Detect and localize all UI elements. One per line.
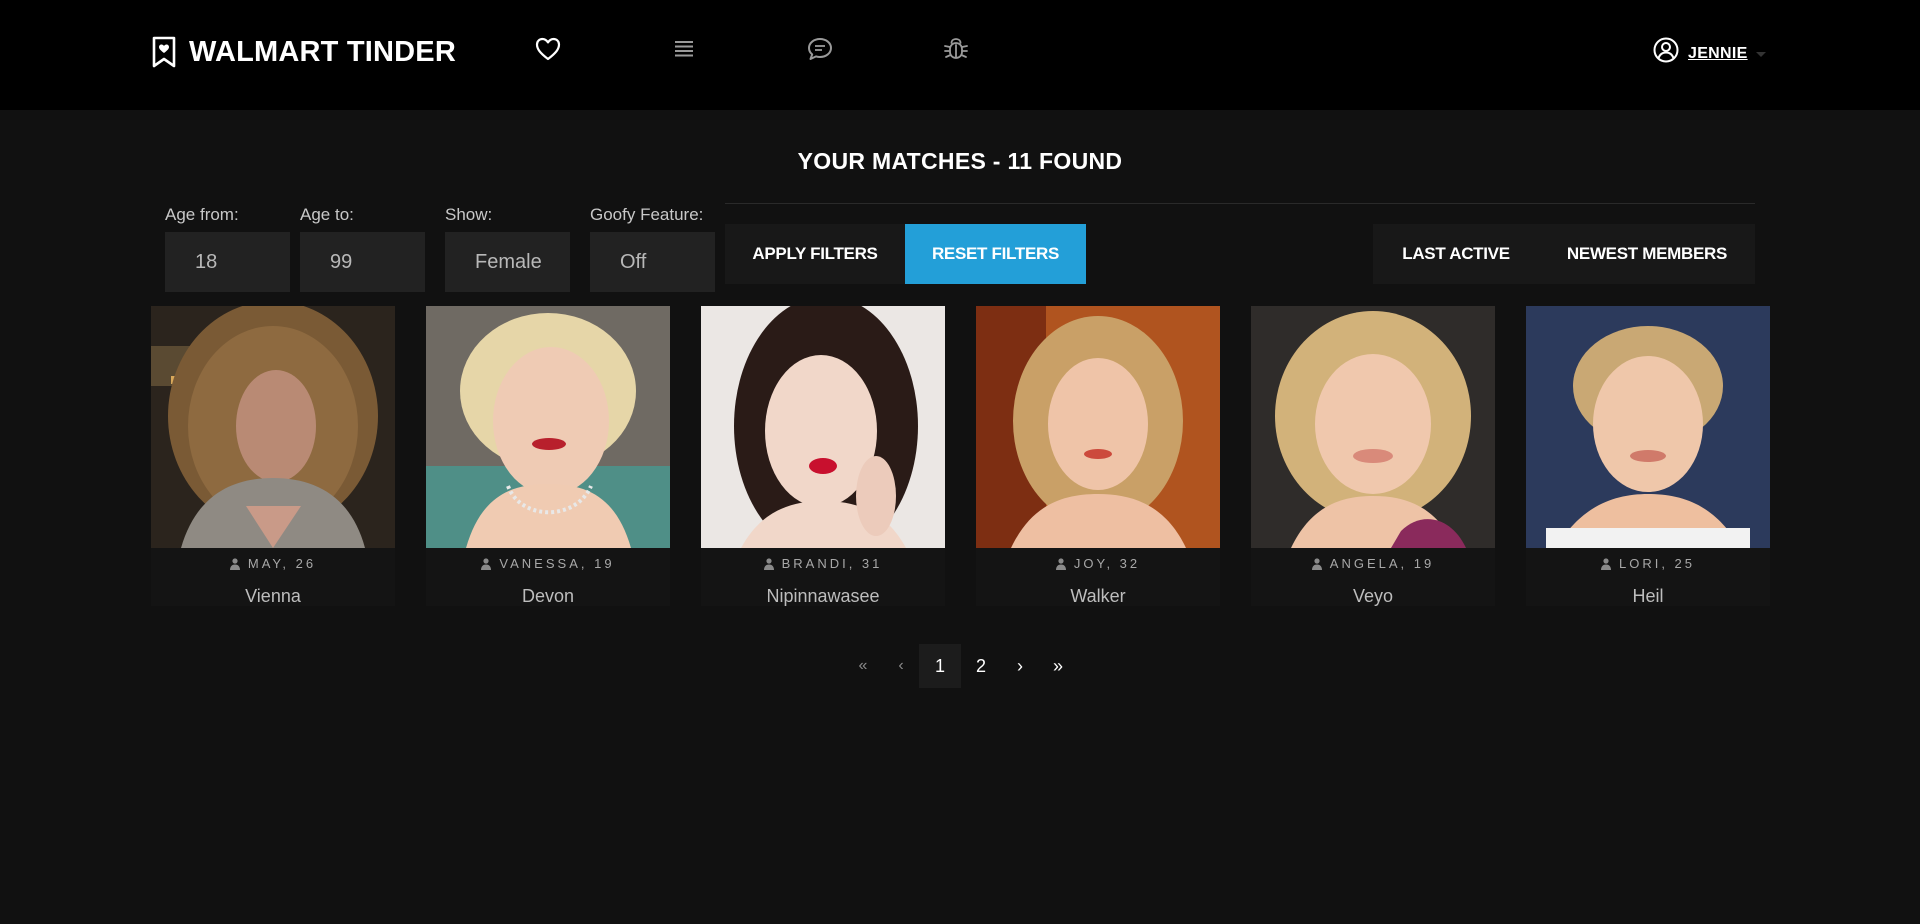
pagination-page-1[interactable]: 1	[919, 644, 961, 688]
nav-bug-report[interactable]	[939, 32, 973, 66]
match-location: Heil	[1632, 586, 1664, 606]
match-name-age: LORI, 25	[1618, 556, 1696, 571]
match-location: Vienna	[245, 586, 301, 606]
age-from-select[interactable]: 18	[165, 232, 290, 292]
match-name-age: MAY, 26	[247, 556, 317, 571]
profile-photo[interactable]	[701, 306, 945, 548]
reset-filters-button[interactable]: RESET FILTERS	[905, 224, 1086, 284]
show-filter: Show: Female	[445, 204, 570, 292]
brand-title: WALMART TINDER	[189, 35, 456, 68]
match-card[interactable]: BRANDI, 31 Nipinnawasee	[701, 306, 945, 606]
user-icon	[1600, 557, 1611, 570]
age-to-filter: Age to: 99	[300, 204, 425, 292]
profile-photo[interactable]	[976, 306, 1220, 548]
nav-list[interactable]	[667, 32, 701, 66]
match-location: Devon	[521, 586, 575, 606]
match-card[interactable]: JOY, 32 Walker	[976, 306, 1220, 606]
nav-matches[interactable]	[531, 32, 565, 66]
profile-photo[interactable]	[1251, 306, 1495, 548]
match-card[interactable]: MAY, 26 Vienna	[151, 306, 395, 606]
age-from-filter: Age from: 18	[165, 204, 290, 292]
top-navbar: WALMART TINDER JENNIE	[0, 0, 1920, 110]
user-name[interactable]: JENNIE	[1688, 45, 1748, 63]
age-to-label: Age to:	[300, 205, 354, 224]
goofy-feature-filter: Goofy Feature: Off	[590, 204, 715, 292]
goofy-feature-select[interactable]: Off	[590, 232, 715, 292]
apply-filters-button[interactable]: APPLY FILTERS	[725, 224, 905, 284]
match-card[interactable]: LORI, 25 Heil	[1526, 306, 1770, 606]
sort-newest-members-button[interactable]: NEWEST MEMBERS	[1539, 224, 1755, 284]
user-icon	[1055, 557, 1066, 570]
nav-messages[interactable]	[803, 32, 837, 66]
profile-photo[interactable]	[151, 306, 395, 548]
heart-icon	[535, 37, 561, 61]
pagination-first[interactable]: «	[845, 644, 881, 688]
user-circle-icon	[1653, 37, 1679, 63]
chat-bubble-icon	[808, 38, 832, 60]
show-label: Show:	[445, 205, 493, 224]
match-card[interactable]: ANGELA, 19 Veyo	[1251, 306, 1495, 606]
brand-logo[interactable]: WALMART TINDER	[151, 33, 456, 71]
user-icon	[1311, 557, 1322, 570]
match-location: Walker	[1070, 586, 1126, 606]
age-to-select[interactable]: 99	[300, 232, 425, 292]
goofy-feature-label: Goofy Feature:	[590, 205, 704, 224]
sort-last-active-button[interactable]: LAST ACTIVE	[1373, 224, 1539, 284]
user-icon	[763, 557, 774, 570]
user-menu[interactable]: JENNIE	[1652, 36, 1766, 64]
user-icon	[229, 557, 240, 570]
list-icon	[675, 41, 693, 57]
age-from-label: Age from:	[165, 205, 239, 224]
pagination-prev[interactable]: ‹	[883, 644, 919, 688]
user-icon	[481, 557, 492, 570]
pagination-page-2[interactable]: 2	[961, 644, 1001, 688]
match-name-age: ANGELA, 19	[1329, 556, 1435, 571]
match-card[interactable]: VANESSA, 19 Devon	[426, 306, 670, 606]
profile-photo[interactable]	[426, 306, 670, 548]
match-location: Veyo	[1352, 586, 1394, 606]
divider	[725, 203, 1755, 204]
bookmark-heart-icon	[152, 36, 176, 68]
page-title: YOUR MATCHES - 11 FOUND	[797, 148, 1123, 174]
pagination-next[interactable]: ›	[1001, 644, 1039, 688]
match-name-age: BRANDI, 31	[781, 556, 883, 571]
bug-icon	[944, 38, 968, 59]
profile-photo[interactable]	[1526, 306, 1770, 548]
match-location: Nipinnawasee	[766, 586, 880, 606]
show-select[interactable]: Female	[445, 232, 570, 292]
match-name-age: JOY, 32	[1073, 556, 1141, 571]
chevron-down-icon[interactable]	[1755, 51, 1766, 57]
pagination-last[interactable]: »	[1039, 644, 1077, 688]
match-name-age: VANESSA, 19	[499, 556, 615, 571]
